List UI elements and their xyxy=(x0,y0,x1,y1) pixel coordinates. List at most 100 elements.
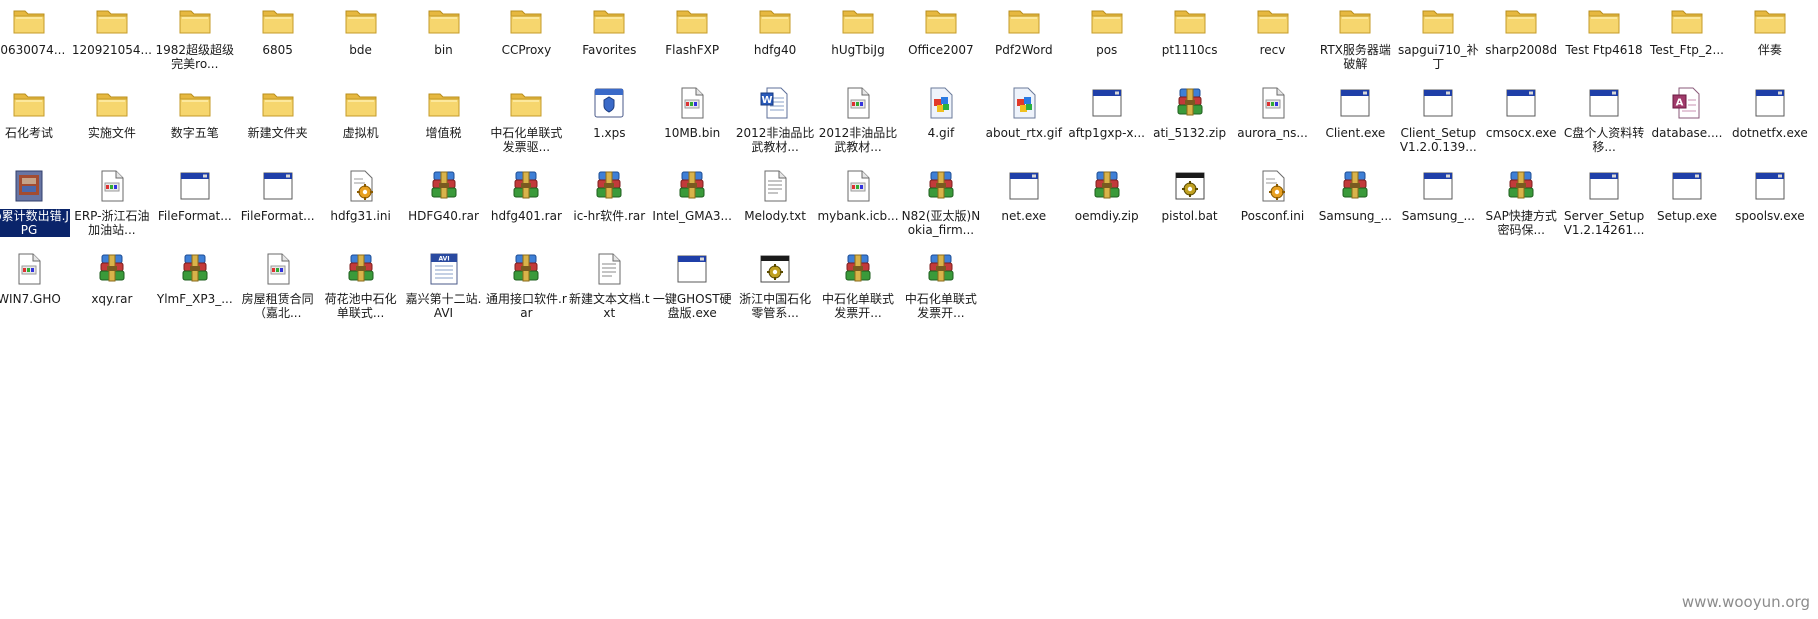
ini-config-icon xyxy=(1255,168,1291,204)
winrar-archive-icon xyxy=(177,251,213,287)
desktop-item[interactable]: Melody.txt xyxy=(734,166,816,242)
desktop-item[interactable]: WIN7.GHO xyxy=(0,249,70,325)
desktop-item[interactable]: 120921054... xyxy=(71,0,153,76)
desktop-item[interactable]: CCProxy xyxy=(485,0,567,76)
desktop-item[interactable]: pos xyxy=(1066,0,1148,76)
desktop-item[interactable]: 增值税 xyxy=(403,83,485,159)
desktop-item[interactable]: 浙江中国石化零管系... xyxy=(734,249,816,325)
desktop-item-label: dotnetfx.exe xyxy=(1731,126,1808,140)
desktop-item[interactable]: mybank.icb... xyxy=(817,166,899,242)
desktop-item[interactable]: hdfg31.ini xyxy=(320,166,402,242)
desktop-item[interactable]: Pdf2Word xyxy=(983,0,1065,76)
desktop-item[interactable]: SAP快捷方式密码保... xyxy=(1480,166,1562,242)
folder-icon xyxy=(757,2,793,38)
desktop-item-label: 20630074... xyxy=(0,43,66,57)
desktop-item[interactable]: Test_Ftp_2... xyxy=(1646,0,1728,76)
desktop-item-label: 新建文件夹 xyxy=(247,126,308,140)
desktop-item[interactable]: Favorites xyxy=(568,0,650,76)
desktop-item[interactable]: 石化考试 xyxy=(0,83,70,159)
desktop-item[interactable]: bin xyxy=(403,0,485,76)
desktop-item[interactable]: 房屋租赁合同（嘉北... xyxy=(237,249,319,325)
desktop-item[interactable]: 一键GHOST硬盘版.exe xyxy=(651,249,733,325)
desktop-item-label: 1.xps xyxy=(593,126,626,140)
folder-icon xyxy=(1420,2,1456,38)
desktop-item[interactable]: 10MB.bin xyxy=(651,83,733,159)
desktop-item[interactable]: 虚拟机 xyxy=(320,83,402,159)
desktop-item[interactable]: 中石化单联式发票开... xyxy=(817,249,899,325)
desktop-item[interactable]: sapgui710_补丁 xyxy=(1397,0,1479,76)
desktop-item[interactable]: hUgTbiJg xyxy=(817,0,899,76)
desktop-item[interactable]: Posconf.ini xyxy=(1232,166,1314,242)
desktop-item[interactable]: 中石化单联式发票开... xyxy=(900,249,982,325)
desktop-item-label: xqy.rar xyxy=(91,292,133,306)
desktop-item[interactable]: 数字五笔 xyxy=(154,83,236,159)
desktop-item[interactable]: HDFG40.rar xyxy=(403,166,485,242)
desktop-item[interactable]: C盘个人资料转移... xyxy=(1563,83,1645,159)
desktop-item-label: 数字五笔 xyxy=(170,126,219,140)
desktop-item[interactable]: FlashFXP xyxy=(651,0,733,76)
desktop-item[interactable]: cmsocx.exe xyxy=(1480,83,1562,159)
desktop-item[interactable]: Client.exe xyxy=(1314,83,1396,159)
desktop-item[interactable]: 新建文件夹 xyxy=(237,83,319,159)
desktop-item[interactable]: N82(亚太版)Nokia_firm... xyxy=(900,166,982,242)
exe-window-icon xyxy=(1586,85,1622,121)
desktop-item[interactable]: hdfg401.rar xyxy=(485,166,567,242)
folder-icon xyxy=(1089,2,1125,38)
desktop-item[interactable]: recv xyxy=(1232,0,1314,76)
desktop-item[interactable]: Samsung_... xyxy=(1314,166,1396,242)
desktop-item[interactable]: 4.gif xyxy=(900,83,982,159)
desktop-item[interactable]: 通用接口软件.rar xyxy=(485,249,567,325)
desktop-item[interactable]: 2012非油品比武教材... xyxy=(817,83,899,159)
desktop-item[interactable]: W 2012非油品比武教材... xyxy=(734,83,816,159)
desktop-item[interactable]: RTX服务器端破解 xyxy=(1314,0,1396,76)
desktop-item[interactable]: bde xyxy=(320,0,402,76)
desktop-item[interactable]: AVI 嘉兴第十二站.AVI xyxy=(403,249,485,325)
folder-icon xyxy=(343,2,379,38)
desktop-item[interactable]: pt1110cs xyxy=(1149,0,1231,76)
desktop-item-label: 1982超级超级完美ro... xyxy=(155,43,235,71)
avi-video-icon: AVI xyxy=(426,251,462,287)
desktop-item[interactable]: pistol.bat xyxy=(1149,166,1231,242)
desktop-item[interactable]: hdfg40 xyxy=(734,0,816,76)
desktop-item[interactable]: YlmF_XP3_... xyxy=(154,249,236,325)
folder-icon xyxy=(591,2,627,38)
desktop-item[interactable]: sharp2008d xyxy=(1480,0,1562,76)
desktop-item[interactable]: FileFormat... xyxy=(154,166,236,242)
folder-icon xyxy=(1752,2,1788,38)
desktop-item[interactable]: ERP-浙江石油加油站... xyxy=(71,166,153,242)
desktop-item[interactable]: Office2007 xyxy=(900,0,982,76)
desktop-item[interactable]: 伴奏 xyxy=(1729,0,1811,76)
desktop-item[interactable]: 实施文件 xyxy=(71,83,153,159)
gif-image-icon xyxy=(923,85,959,121)
desktop-item[interactable]: ati_5132.zip xyxy=(1149,83,1231,159)
desktop-item[interactable]: aftp1gxp-x... xyxy=(1066,83,1148,159)
desktop-item[interactable]: Client_Setup V1.2.0.139... xyxy=(1397,83,1479,159)
desktop-item[interactable]: 荷花池中石化单联式... xyxy=(320,249,402,325)
desktop-item[interactable]: rp累计数出错.JPG xyxy=(0,166,70,242)
folder-icon xyxy=(94,2,130,38)
desktop-item[interactable]: aurora_ns... xyxy=(1232,83,1314,159)
desktop-item[interactable]: 新建文本文档.txt xyxy=(568,249,650,325)
desktop-item[interactable]: xqy.rar xyxy=(71,249,153,325)
winrar-archive-icon xyxy=(1337,168,1373,204)
desktop-item[interactable]: spoolsv.exe xyxy=(1729,166,1811,242)
desktop-item[interactable]: dotnetfx.exe xyxy=(1729,83,1811,159)
desktop-item[interactable]: Setup.exe xyxy=(1646,166,1728,242)
desktop-item[interactable]: Test Ftp4618 xyxy=(1563,0,1645,76)
desktop-item[interactable]: 中石化单联式发票驱... xyxy=(485,83,567,159)
desktop-item-label: FlashFXP xyxy=(665,43,720,57)
exe-window-icon xyxy=(1089,85,1125,121)
desktop-item[interactable]: 1982超级超级完美ro... xyxy=(154,0,236,76)
desktop-item[interactable]: Server_Setup V1.2.14261... xyxy=(1563,166,1645,242)
desktop-item[interactable]: net.exe xyxy=(983,166,1065,242)
desktop-item[interactable]: ic-hr软件.rar xyxy=(568,166,650,242)
desktop-item[interactable]: Samsung_... xyxy=(1397,166,1479,242)
desktop-item[interactable]: 6805 xyxy=(237,0,319,76)
desktop-item[interactable]: 1.xps xyxy=(568,83,650,159)
desktop-item[interactable]: about_rtx.gif xyxy=(983,83,1065,159)
desktop-item[interactable]: A database.... xyxy=(1646,83,1728,159)
desktop-item[interactable]: FileFormat... xyxy=(237,166,319,242)
desktop-item[interactable]: oemdiy.zip xyxy=(1066,166,1148,242)
desktop-item[interactable]: Intel_GMA3... xyxy=(651,166,733,242)
desktop-item[interactable]: 20630074... xyxy=(0,0,70,76)
